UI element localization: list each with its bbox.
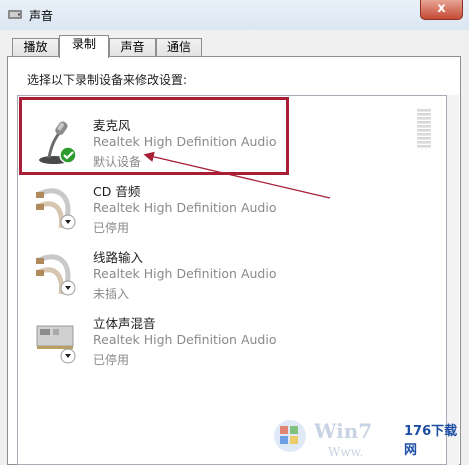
watermark-logo: Win7 Www. [274, 419, 372, 459]
watermark-text: Win7 [313, 419, 372, 443]
watermark-brand: 176下载网 [404, 424, 458, 458]
watermark-sub: Www. [328, 445, 363, 459]
annotation-arrow [143, 151, 331, 199]
